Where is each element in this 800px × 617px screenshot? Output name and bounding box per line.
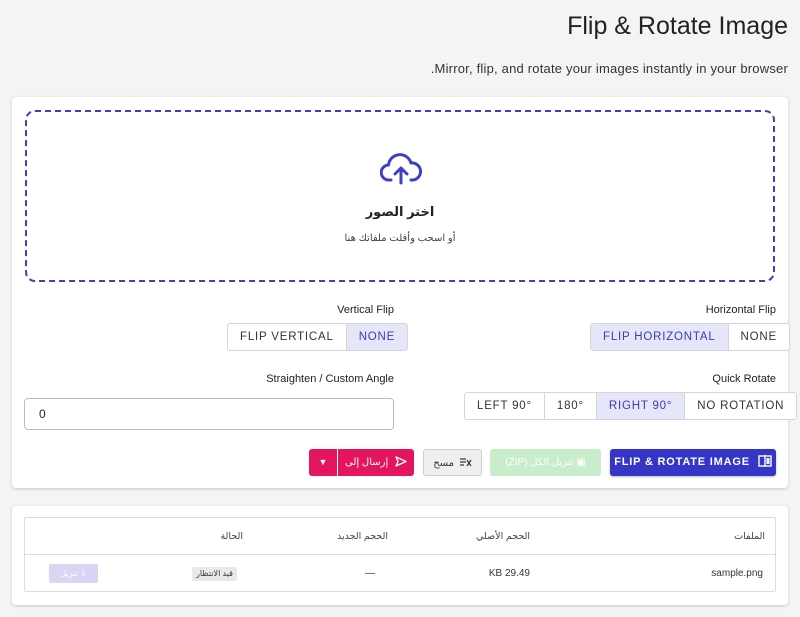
- flip-rotate-label: FLIP & ROTATE IMAGE: [614, 456, 750, 468]
- clear-list-icon: [459, 458, 472, 467]
- status-badge: قيد الانتظار: [192, 567, 237, 581]
- header-new-size: الحجم الجديد: [336, 531, 388, 542]
- header-status: الحالة: [220, 531, 243, 542]
- page-subtitle: .Mirror, flip, and rotate your images in…: [430, 61, 788, 76]
- custom-angle-label: Straighten / Custom Angle: [266, 373, 394, 385]
- quick-rotate-label: Quick Rotate: [712, 373, 776, 385]
- custom-angle-input[interactable]: 0: [24, 398, 394, 430]
- files-table: الملفات الحجم الأصلي الحجم الجديد الحالة…: [24, 517, 776, 592]
- header-original-size: الحجم الأصلي: [476, 531, 530, 542]
- cloud-upload-icon: [380, 153, 422, 185]
- download-icon: ⇩: [79, 569, 87, 578]
- row-new-size: —: [365, 568, 375, 579]
- quick-rotate-toggle: LEFT 90° 180° RIGHT 90° NO ROTATION: [464, 392, 798, 420]
- horizontal-flip-option[interactable]: FLIP HORIZONTAL: [591, 324, 728, 350]
- files-card: الملفات الحجم الأصلي الحجم الجديد الحالة…: [12, 506, 788, 605]
- header-files: الملفات: [734, 531, 765, 542]
- archive-icon: ▣: [576, 457, 586, 468]
- flip-icon: [758, 455, 772, 467]
- clear-button[interactable]: مسح: [423, 449, 482, 476]
- row-file-name: sample.png: [711, 568, 763, 579]
- file-dropzone[interactable]: اختر الصور أو اسحب وأفلت ملفاتك هنا: [25, 110, 775, 282]
- page-title: Flip & Rotate Image: [567, 12, 788, 40]
- download-zip-label: (ZIP) تنزيل الكل: [505, 457, 574, 468]
- horizontal-flip-option[interactable]: NONE: [727, 324, 789, 350]
- vertical-flip-toggle: FLIP VERTICAL NONE: [227, 323, 409, 351]
- download-zip-button[interactable]: (ZIP) تنزيل الكل ▣: [490, 449, 601, 476]
- row-download-label: تنزيل: [60, 569, 78, 578]
- flip-rotate-button[interactable]: FLIP & ROTATE IMAGE: [610, 449, 776, 476]
- horizontal-flip-toggle: FLIP HORIZONTAL NONE: [590, 323, 790, 351]
- horizontal-flip-label: Horizontal Flip: [705, 304, 776, 316]
- table-row: sample.png KB 29.49 — قيد الانتظار تنزيل…: [25, 555, 775, 592]
- send-to-dropdown[interactable]: ▼: [309, 449, 337, 476]
- quick-rotate-option[interactable]: RIGHT 90°: [595, 393, 685, 419]
- vertical-flip-option[interactable]: FLIP VERTICAL: [228, 324, 346, 350]
- dropzone-title: اختر الصور: [365, 204, 435, 219]
- send-icon: [395, 456, 407, 467]
- vertical-flip-label: Vertical Flip: [337, 304, 394, 316]
- quick-rotate-option[interactable]: NO ROTATION: [684, 393, 796, 419]
- vertical-flip-option[interactable]: NONE: [345, 324, 408, 350]
- clear-label: مسح: [433, 458, 454, 469]
- table-header: الملفات الحجم الأصلي الحجم الجديد الحالة: [25, 518, 775, 555]
- row-original-size: KB 29.49: [488, 568, 530, 579]
- send-to-button[interactable]: إرسال إلى: [338, 449, 414, 476]
- settings-card: اختر الصور أو اسحب وأفلت ملفاتك هنا Hori…: [12, 97, 798, 488]
- quick-rotate-option[interactable]: LEFT 90°: [465, 393, 544, 419]
- chevron-down-icon: ▼: [318, 457, 328, 467]
- send-to-label: إرسال إلى: [344, 457, 389, 468]
- quick-rotate-option[interactable]: 180°: [543, 393, 596, 419]
- row-download-button[interactable]: تنزيل ⇩: [49, 564, 98, 583]
- dropzone-subtitle: أو اسحب وأفلت ملفاتك هنا: [344, 233, 456, 244]
